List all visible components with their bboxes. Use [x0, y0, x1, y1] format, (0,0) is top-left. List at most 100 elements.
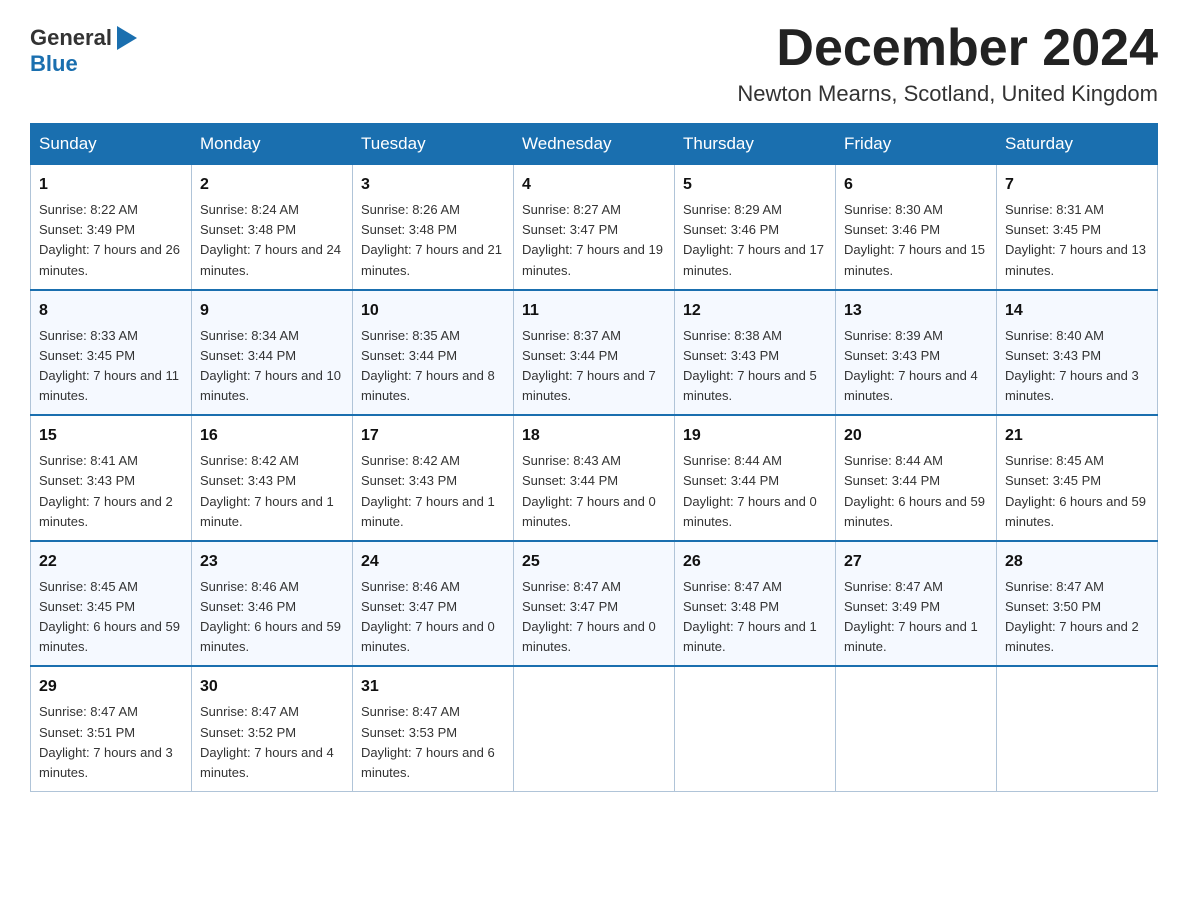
location-subtitle: Newton Mearns, Scotland, United Kingdom: [737, 81, 1158, 107]
day-number: 15: [39, 424, 183, 448]
table-row: 22 Sunrise: 8:45 AMSunset: 3:45 PMDaylig…: [31, 541, 192, 667]
day-info: Sunrise: 8:40 AMSunset: 3:43 PMDaylight:…: [1005, 328, 1139, 403]
day-info: Sunrise: 8:33 AMSunset: 3:45 PMDaylight:…: [39, 328, 179, 403]
day-info: Sunrise: 8:38 AMSunset: 3:43 PMDaylight:…: [683, 328, 817, 403]
header-monday: Monday: [192, 124, 353, 165]
day-number: 13: [844, 299, 988, 323]
logo-general-text: General: [30, 25, 112, 51]
day-number: 16: [200, 424, 344, 448]
calendar-table: Sunday Monday Tuesday Wednesday Thursday…: [30, 123, 1158, 792]
table-row: 18 Sunrise: 8:43 AMSunset: 3:44 PMDaylig…: [514, 415, 675, 541]
day-info: Sunrise: 8:31 AMSunset: 3:45 PMDaylight:…: [1005, 202, 1146, 277]
day-info: Sunrise: 8:47 AMSunset: 3:50 PMDaylight:…: [1005, 579, 1139, 654]
day-info: Sunrise: 8:45 AMSunset: 3:45 PMDaylight:…: [39, 579, 180, 654]
day-number: 3: [361, 173, 505, 197]
table-row: 19 Sunrise: 8:44 AMSunset: 3:44 PMDaylig…: [675, 415, 836, 541]
day-info: Sunrise: 8:47 AMSunset: 3:52 PMDaylight:…: [200, 704, 334, 779]
day-number: 23: [200, 550, 344, 574]
calendar-week-2: 8 Sunrise: 8:33 AMSunset: 3:45 PMDayligh…: [31, 290, 1158, 416]
day-info: Sunrise: 8:22 AMSunset: 3:49 PMDaylight:…: [39, 202, 180, 277]
table-row: [514, 666, 675, 791]
table-row: 23 Sunrise: 8:46 AMSunset: 3:46 PMDaylig…: [192, 541, 353, 667]
logo-triangle-icon: [117, 26, 137, 50]
day-number: 28: [1005, 550, 1149, 574]
title-section: December 2024 Newton Mearns, Scotland, U…: [737, 20, 1158, 107]
day-number: 18: [522, 424, 666, 448]
day-number: 7: [1005, 173, 1149, 197]
day-number: 22: [39, 550, 183, 574]
day-info: Sunrise: 8:29 AMSunset: 3:46 PMDaylight:…: [683, 202, 824, 277]
day-number: 2: [200, 173, 344, 197]
header-tuesday: Tuesday: [353, 124, 514, 165]
table-row: 10 Sunrise: 8:35 AMSunset: 3:44 PMDaylig…: [353, 290, 514, 416]
table-row: 29 Sunrise: 8:47 AMSunset: 3:51 PMDaylig…: [31, 666, 192, 791]
day-number: 24: [361, 550, 505, 574]
calendar-week-4: 22 Sunrise: 8:45 AMSunset: 3:45 PMDaylig…: [31, 541, 1158, 667]
day-number: 6: [844, 173, 988, 197]
table-row: 2 Sunrise: 8:24 AMSunset: 3:48 PMDayligh…: [192, 165, 353, 290]
day-number: 21: [1005, 424, 1149, 448]
header-saturday: Saturday: [997, 124, 1158, 165]
day-number: 8: [39, 299, 183, 323]
day-info: Sunrise: 8:47 AMSunset: 3:49 PMDaylight:…: [844, 579, 978, 654]
table-row: 3 Sunrise: 8:26 AMSunset: 3:48 PMDayligh…: [353, 165, 514, 290]
day-info: Sunrise: 8:42 AMSunset: 3:43 PMDaylight:…: [200, 453, 334, 528]
day-number: 12: [683, 299, 827, 323]
day-info: Sunrise: 8:41 AMSunset: 3:43 PMDaylight:…: [39, 453, 173, 528]
day-info: Sunrise: 8:34 AMSunset: 3:44 PMDaylight:…: [200, 328, 341, 403]
day-info: Sunrise: 8:47 AMSunset: 3:48 PMDaylight:…: [683, 579, 817, 654]
table-row: 1 Sunrise: 8:22 AMSunset: 3:49 PMDayligh…: [31, 165, 192, 290]
day-info: Sunrise: 8:43 AMSunset: 3:44 PMDaylight:…: [522, 453, 656, 528]
day-info: Sunrise: 8:37 AMSunset: 3:44 PMDaylight:…: [522, 328, 656, 403]
table-row: 24 Sunrise: 8:46 AMSunset: 3:47 PMDaylig…: [353, 541, 514, 667]
calendar-week-3: 15 Sunrise: 8:41 AMSunset: 3:43 PMDaylig…: [31, 415, 1158, 541]
day-number: 25: [522, 550, 666, 574]
day-info: Sunrise: 8:44 AMSunset: 3:44 PMDaylight:…: [683, 453, 817, 528]
day-number: 5: [683, 173, 827, 197]
day-number: 26: [683, 550, 827, 574]
table-row: [836, 666, 997, 791]
table-row: 9 Sunrise: 8:34 AMSunset: 3:44 PMDayligh…: [192, 290, 353, 416]
day-info: Sunrise: 8:46 AMSunset: 3:47 PMDaylight:…: [361, 579, 495, 654]
day-number: 14: [1005, 299, 1149, 323]
table-row: 21 Sunrise: 8:45 AMSunset: 3:45 PMDaylig…: [997, 415, 1158, 541]
table-row: 28 Sunrise: 8:47 AMSunset: 3:50 PMDaylig…: [997, 541, 1158, 667]
day-info: Sunrise: 8:47 AMSunset: 3:47 PMDaylight:…: [522, 579, 656, 654]
header-sunday: Sunday: [31, 124, 192, 165]
calendar-week-5: 29 Sunrise: 8:47 AMSunset: 3:51 PMDaylig…: [31, 666, 1158, 791]
day-number: 1: [39, 173, 183, 197]
day-number: 30: [200, 675, 344, 699]
header-thursday: Thursday: [675, 124, 836, 165]
header-friday: Friday: [836, 124, 997, 165]
table-row: 27 Sunrise: 8:47 AMSunset: 3:49 PMDaylig…: [836, 541, 997, 667]
day-info: Sunrise: 8:47 AMSunset: 3:51 PMDaylight:…: [39, 704, 173, 779]
page-header: General Blue December 2024 Newton Mearns…: [30, 20, 1158, 107]
day-info: Sunrise: 8:45 AMSunset: 3:45 PMDaylight:…: [1005, 453, 1146, 528]
table-row: 12 Sunrise: 8:38 AMSunset: 3:43 PMDaylig…: [675, 290, 836, 416]
day-info: Sunrise: 8:39 AMSunset: 3:43 PMDaylight:…: [844, 328, 978, 403]
day-number: 9: [200, 299, 344, 323]
table-row: [997, 666, 1158, 791]
month-title: December 2024: [737, 20, 1158, 77]
day-info: Sunrise: 8:47 AMSunset: 3:53 PMDaylight:…: [361, 704, 495, 779]
table-row: 4 Sunrise: 8:27 AMSunset: 3:47 PMDayligh…: [514, 165, 675, 290]
table-row: 16 Sunrise: 8:42 AMSunset: 3:43 PMDaylig…: [192, 415, 353, 541]
day-number: 31: [361, 675, 505, 699]
table-row: 25 Sunrise: 8:47 AMSunset: 3:47 PMDaylig…: [514, 541, 675, 667]
table-row: 20 Sunrise: 8:44 AMSunset: 3:44 PMDaylig…: [836, 415, 997, 541]
calendar-week-1: 1 Sunrise: 8:22 AMSunset: 3:49 PMDayligh…: [31, 165, 1158, 290]
table-row: 14 Sunrise: 8:40 AMSunset: 3:43 PMDaylig…: [997, 290, 1158, 416]
table-row: 6 Sunrise: 8:30 AMSunset: 3:46 PMDayligh…: [836, 165, 997, 290]
table-row: 7 Sunrise: 8:31 AMSunset: 3:45 PMDayligh…: [997, 165, 1158, 290]
table-row: 17 Sunrise: 8:42 AMSunset: 3:43 PMDaylig…: [353, 415, 514, 541]
day-info: Sunrise: 8:46 AMSunset: 3:46 PMDaylight:…: [200, 579, 341, 654]
table-row: 31 Sunrise: 8:47 AMSunset: 3:53 PMDaylig…: [353, 666, 514, 791]
day-number: 17: [361, 424, 505, 448]
table-row: 8 Sunrise: 8:33 AMSunset: 3:45 PMDayligh…: [31, 290, 192, 416]
table-row: 13 Sunrise: 8:39 AMSunset: 3:43 PMDaylig…: [836, 290, 997, 416]
logo: General Blue: [30, 20, 142, 77]
day-number: 11: [522, 299, 666, 323]
day-number: 19: [683, 424, 827, 448]
day-number: 10: [361, 299, 505, 323]
table-row: 11 Sunrise: 8:37 AMSunset: 3:44 PMDaylig…: [514, 290, 675, 416]
